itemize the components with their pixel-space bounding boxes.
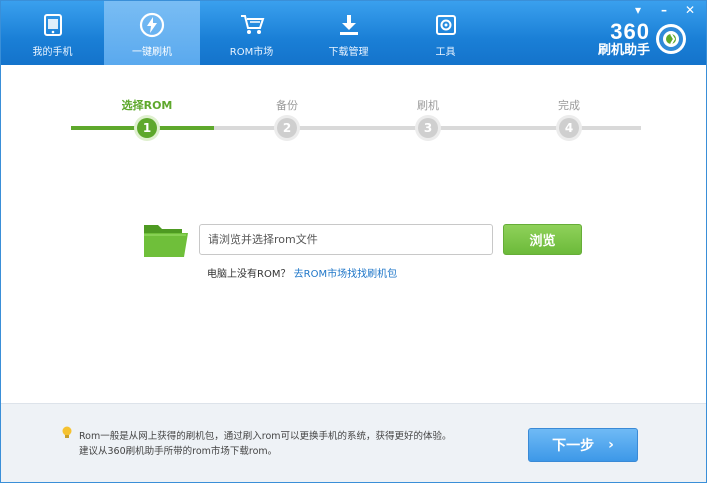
nav-label: 我的手机 bbox=[32, 47, 73, 58]
brand-number: 360 bbox=[610, 19, 650, 44]
step-circle-4: 4 bbox=[559, 118, 579, 138]
toolbox-icon bbox=[431, 10, 461, 40]
step-circle-1: 1 bbox=[137, 118, 157, 138]
flash-icon bbox=[137, 10, 167, 40]
progress-stepper: 选择ROM 备份 刷机 完成 1 2 3 4 bbox=[71, 97, 641, 147]
rom-file-path-input[interactable] bbox=[199, 224, 493, 255]
hint-text: 电脑上没有ROM？ bbox=[207, 269, 291, 280]
step-circle-2: 2 bbox=[277, 118, 297, 138]
nav-label: ROM市场 bbox=[229, 47, 274, 58]
step-label-backup: 备份 bbox=[276, 99, 298, 112]
nav-item-tools[interactable]: 工具 bbox=[397, 1, 494, 65]
menu-dropdown-icon[interactable]: ▾ bbox=[630, 3, 646, 17]
rom-market-link[interactable]: 去ROM市场找找刷机包 bbox=[294, 269, 397, 280]
nav-item-one-click-flash[interactable]: 一键刷机 bbox=[104, 1, 200, 65]
next-step-label: 下一步 bbox=[552, 438, 595, 454]
close-icon[interactable]: ✕ bbox=[682, 3, 698, 17]
tip-line-1: Rom一般是从网上获得的刷机包，通过刷入rom可以更换手机的系统，获得更好的体验… bbox=[79, 431, 452, 442]
chevron-right-icon: › bbox=[608, 437, 614, 453]
minimize-icon[interactable]: – bbox=[656, 3, 672, 17]
tip-line-2: 建议从360刷机助手所带的rom市场下载rom。 bbox=[79, 446, 278, 457]
top-bar: 我的手机 一键刷机 ROM市场 下载管理 工具 ▾ – ✕ 360 刷机助手 bbox=[1, 1, 706, 65]
app-window: 我的手机 一键刷机 ROM市场 下载管理 工具 ▾ – ✕ 360 刷机助手 选… bbox=[0, 0, 707, 483]
no-rom-hint: 电脑上没有ROM？ 去ROM市场找找刷机包 bbox=[207, 265, 397, 280]
window-controls: ▾ – ✕ bbox=[630, 3, 698, 17]
nav-item-rom-market[interactable]: ROM市场 bbox=[203, 1, 300, 65]
step-circle-3: 3 bbox=[418, 118, 438, 138]
nav-item-download-manager[interactable]: 下载管理 bbox=[300, 1, 397, 65]
step-label-flash: 刷机 bbox=[417, 99, 439, 112]
phone-icon bbox=[38, 10, 68, 40]
lightbulb-icon bbox=[61, 426, 73, 440]
step-label-select-rom: 选择ROM bbox=[121, 99, 173, 112]
folder-icon bbox=[142, 221, 190, 259]
cart-icon bbox=[237, 10, 267, 40]
nav-label: 工具 bbox=[435, 47, 456, 58]
nav-item-my-phone[interactable]: 我的手机 bbox=[4, 1, 101, 65]
browse-button[interactable]: 浏览 bbox=[503, 224, 582, 255]
step-label-done: 完成 bbox=[558, 99, 580, 112]
download-icon bbox=[334, 10, 364, 40]
next-step-button[interactable]: 下一步 › bbox=[528, 428, 638, 462]
brand-subtitle: 刷机助手 bbox=[597, 43, 650, 58]
main-nav: 我的手机 一键刷机 ROM市场 下载管理 工具 bbox=[1, 1, 494, 65]
nav-label: 一键刷机 bbox=[132, 47, 172, 58]
brand-text: 360 刷机助手 bbox=[597, 19, 650, 58]
brand-logo-area: 360 刷机助手 bbox=[598, 21, 686, 57]
brand-logo-icon bbox=[656, 24, 686, 54]
nav-label: 下载管理 bbox=[328, 47, 369, 58]
